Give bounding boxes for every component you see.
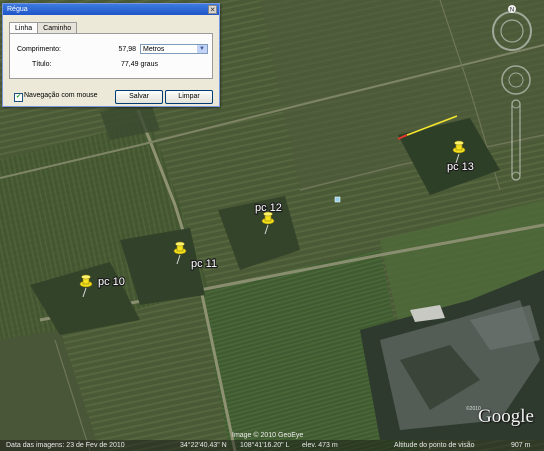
save-button[interactable]: Salvar [115, 90, 163, 104]
imagery-credit: Image © 2010 GeoEye [232, 432, 304, 439]
eye-altitude-value: 907 m [511, 442, 531, 449]
heading-value: 77,49 graus [121, 61, 158, 68]
heading-label: Título: [32, 61, 52, 68]
google-logo: Google [478, 406, 534, 427]
placemark-label-pc-13: pc 13 [447, 161, 474, 173]
clear-button[interactable]: Limpar [165, 90, 213, 104]
center-marker [334, 196, 341, 203]
dialog-title: Régua [7, 6, 28, 13]
unit-select[interactable]: Metros ▼ [140, 44, 208, 54]
line-panel: Comprimento: 57,98 Metros ▼ Título: 77,4… [9, 33, 213, 79]
length-value: 57,98 [118, 46, 136, 53]
close-icon[interactable]: ✕ [208, 5, 217, 14]
imagery-date: Data das imagens: 23 de Fev de 2010 [6, 442, 125, 449]
ruler-dialog: Régua ✕ Linha Caminho Comprimento: 57,98 … [2, 3, 220, 107]
eye-altitude-label: Altitude do ponto de visão [394, 442, 475, 449]
chevron-down-icon[interactable]: ▼ [197, 45, 207, 53]
mouse-navigation-label: Navegação com mouse [24, 92, 98, 99]
unit-select-value: Metros [143, 46, 165, 53]
placemark-label-pc-12: pc 12 [255, 202, 282, 214]
longitude-readout: 108°41'16.20" L [240, 442, 290, 449]
north-label: N [510, 8, 514, 14]
placemark-label-pc-11: pc 11 [191, 258, 217, 270]
status-bar: Data das imagens: 23 de Fev de 2010 34°2… [0, 440, 544, 451]
latitude-readout: 34°22'40.43" N [180, 442, 227, 449]
placemark-label-pc-10: pc 10 [98, 276, 125, 288]
dialog-titlebar[interactable]: Régua ✕ [3, 4, 219, 15]
elevation-readout: elev. 473 m [302, 442, 338, 449]
mouse-navigation-checkbox[interactable]: ✔ [14, 93, 23, 102]
length-label: Comprimento: [17, 46, 61, 53]
dialog-tabs: Linha Caminho [9, 22, 78, 34]
